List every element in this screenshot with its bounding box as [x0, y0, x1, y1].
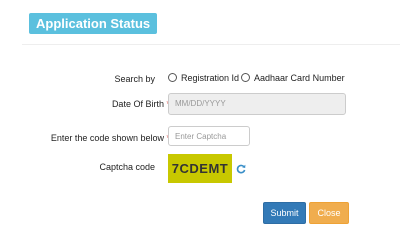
close-button[interactable]: Close: [309, 202, 349, 224]
code-label: Enter the code shown below *: [20, 133, 170, 143]
application-status-page: Application Status Search by Registratio…: [0, 0, 400, 243]
dob-label: Date Of Birth *: [60, 99, 170, 109]
radio-aadhaar-card-number[interactable]: [241, 73, 251, 83]
radio-aadhaar-card-number-label[interactable]: Aadhaar Card Number: [254, 73, 345, 83]
captcha-image: 7CDEMT: [168, 154, 232, 183]
captcha-input[interactable]: Enter Captcha: [168, 126, 250, 146]
captcha-label: Captcha code: [60, 162, 155, 172]
divider: [22, 44, 400, 45]
code-label-text: Enter the code shown below: [50, 133, 164, 143]
search-by-label-text: Search by: [114, 74, 155, 84]
refresh-icon[interactable]: [236, 164, 246, 174]
dob-input[interactable]: MM/DD/YYYY: [168, 93, 346, 115]
radio-registration-id-label[interactable]: Registration Id: [181, 73, 239, 83]
search-by-radio-group: Registration Id Aadhaar Card Number: [168, 72, 347, 83]
dob-label-text: Date Of Birth: [111, 99, 164, 109]
captcha-placeholder: Enter Captcha: [175, 132, 227, 141]
submit-button[interactable]: Submit: [263, 202, 306, 224]
captcha-label-text: Captcha code: [99, 162, 155, 172]
dob-placeholder: MM/DD/YYYY: [175, 99, 226, 108]
search-by-label: Search by: [60, 74, 155, 84]
radio-registration-id[interactable]: [168, 73, 177, 83]
page-title: Application Status: [29, 13, 158, 34]
